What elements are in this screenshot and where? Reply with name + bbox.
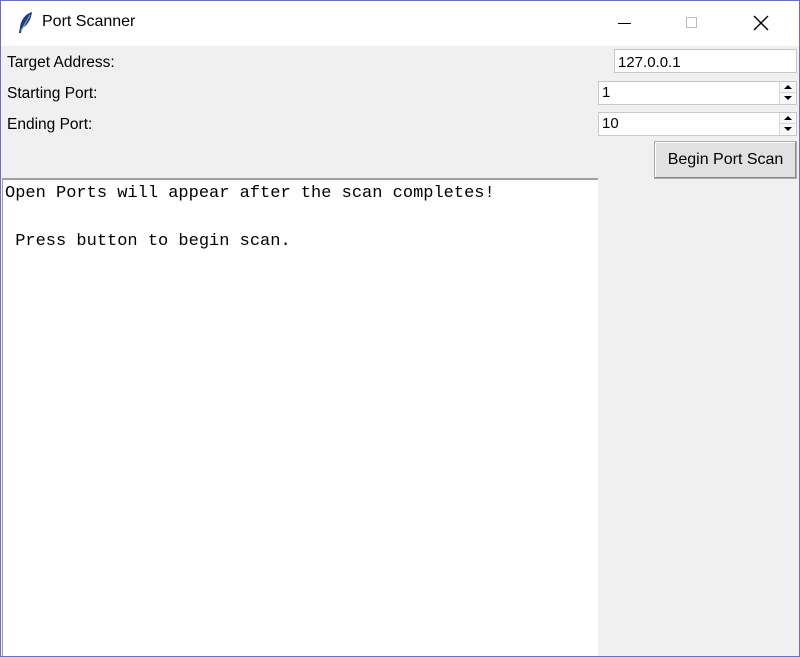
begin-port-scan-button[interactable]: Begin Port Scan: [654, 141, 797, 179]
minimize-icon[interactable]: [601, 1, 647, 46]
close-icon[interactable]: [738, 1, 784, 46]
target-address-label: Target Address:: [7, 54, 115, 71]
starting-port-label: Starting Port:: [7, 85, 98, 102]
ending-port-value[interactable]: 10: [602, 115, 619, 132]
ending-port-arrows: [779, 113, 796, 135]
output-line-info: Open Ports will appear after the scan co…: [5, 184, 495, 203]
ending-port-label: Ending Port:: [7, 116, 93, 133]
scan-output-text[interactable]: Open Ports will appear after the scan co…: [2, 178, 598, 656]
app-window: Port Scanner Target Address: Starting Po…: [0, 0, 800, 657]
starting-port-spinbox[interactable]: 1: [598, 81, 797, 105]
starting-port-value[interactable]: 1: [602, 84, 610, 101]
maximize-icon[interactable]: [669, 1, 715, 46]
ending-port-up-icon[interactable]: [780, 113, 796, 124]
window-title: Port Scanner: [42, 13, 136, 30]
feather-icon: [15, 11, 37, 35]
ending-port-down-icon[interactable]: [780, 124, 796, 135]
starting-port-arrows: [779, 82, 796, 104]
ending-port-spinbox[interactable]: 10: [598, 112, 797, 136]
title-bar[interactable]: Port Scanner: [1, 1, 799, 46]
starting-port-up-icon[interactable]: [780, 82, 796, 93]
target-address-input[interactable]: [614, 49, 797, 73]
output-line-instruction: Press button to begin scan.: [5, 232, 291, 251]
starting-port-down-icon[interactable]: [780, 93, 796, 104]
